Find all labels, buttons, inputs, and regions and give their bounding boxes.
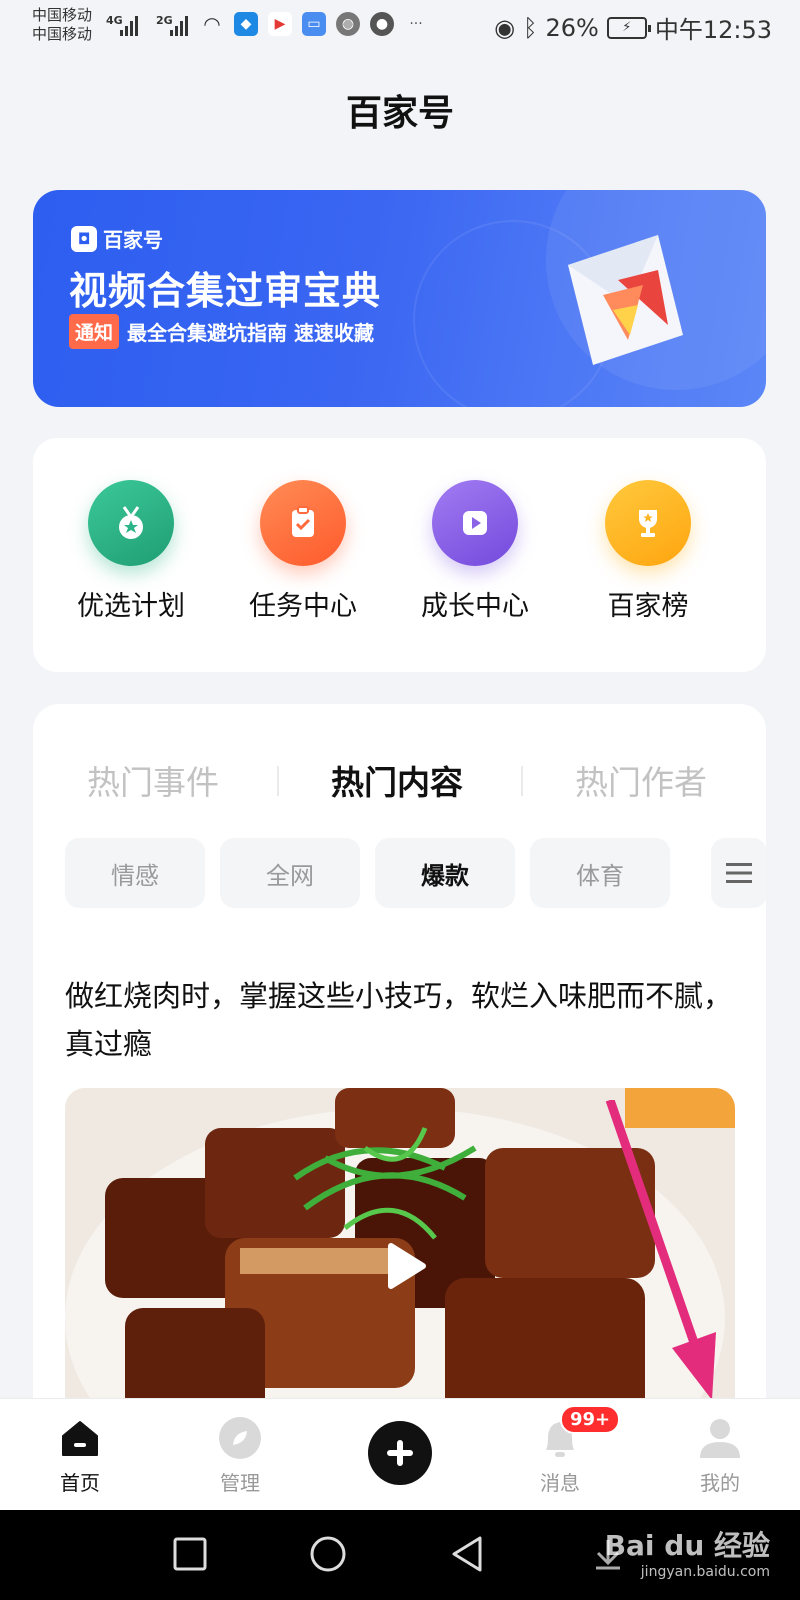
browser-icon: ◍ bbox=[336, 12, 360, 36]
wifi-icon: ◠ bbox=[203, 12, 221, 36]
entry-youxuan-plan[interactable]: 优选计划 bbox=[51, 480, 211, 623]
chip-all-network[interactable]: 全网 bbox=[220, 838, 360, 908]
hot-content-card: 热门事件 热门内容 热门作者 情感 全网 爆款 体育 做红烧肉时，掌握这些小技巧… bbox=[33, 704, 766, 1424]
notification-icons: ◠ ◆ ▶ ▭ ◍ ● ··· bbox=[200, 12, 428, 36]
baijiahao-logo-icon: ◘ bbox=[71, 225, 97, 252]
back-triangle-icon[interactable] bbox=[448, 1534, 488, 1574]
banner-headline: 视频合集过审宝典 bbox=[69, 269, 382, 313]
user-icon bbox=[697, 1415, 743, 1461]
nav-label: 我的 bbox=[700, 1471, 740, 1495]
trophy-icon bbox=[605, 480, 691, 566]
home-circle-icon[interactable] bbox=[308, 1534, 348, 1574]
entry-label: 百家榜 bbox=[607, 591, 689, 622]
tab-hot-content[interactable]: 热门内容 bbox=[277, 756, 517, 804]
banner-subtitle: 最全合集避坑指南 速速收藏 bbox=[127, 321, 374, 345]
message-count-badge: 99+ bbox=[560, 1405, 621, 1434]
article-title[interactable]: 做红烧肉时，掌握这些小技巧，软烂入味肥而不腻，真过瘾 bbox=[65, 972, 735, 1068]
signal-icon bbox=[120, 14, 138, 36]
category-chips: 情感 全网 爆款 体育 bbox=[65, 838, 766, 908]
banner-brand-text: 百家号 bbox=[103, 228, 163, 252]
chip-emotion[interactable]: 情感 bbox=[65, 838, 205, 908]
entry-growth-center[interactable]: 成长中心 bbox=[395, 480, 555, 623]
clipboard-check-icon bbox=[260, 480, 346, 566]
compass-icon bbox=[217, 1415, 263, 1461]
watermark-text: Bai du 经验 bbox=[604, 1529, 770, 1562]
carrier-1: 中国移动 bbox=[32, 6, 93, 24]
status-right: ◉ ᛒ 26% ⚡ 中午12:53 bbox=[494, 10, 772, 45]
nav-label: 消息 bbox=[540, 1471, 580, 1495]
notice-tag: 通知 bbox=[69, 314, 120, 349]
baidu-jingyan-watermark: Bai du 经验 jingyan.baidu.com bbox=[605, 1524, 770, 1580]
nav-profile[interactable]: 我的 bbox=[670, 1415, 770, 1496]
hot-tabs: 热门事件 热门内容 热门作者 bbox=[33, 756, 766, 806]
system-navigation-bar: Bai du 经验 jingyan.baidu.com bbox=[0, 1510, 800, 1600]
watermark-url: jingyan.baidu.com bbox=[640, 1564, 770, 1580]
bluetooth-icon: ᛒ bbox=[523, 13, 538, 42]
image-app-icon: ▭ bbox=[302, 12, 326, 36]
nav-label: 首页 bbox=[60, 1471, 100, 1495]
status-bar: 中国移动 中国移动 4G 2G ◠ ◆ ▶ ▭ ◍ ● ··· ◉ ᛒ 26% … bbox=[0, 0, 800, 52]
entry-task-center[interactable]: 任务中心 bbox=[223, 480, 383, 623]
chat-icon: ● bbox=[370, 12, 394, 36]
chip-sports[interactable]: 体育 bbox=[530, 838, 670, 908]
bottom-navigation: 首页 管理 消息 99+ 我的 bbox=[0, 1398, 800, 1510]
tab-hot-events[interactable]: 热门事件 bbox=[33, 756, 273, 804]
banner-subline: 通知 最全合集避坑指南 速速收藏 bbox=[69, 314, 374, 349]
entry-label: 成长中心 bbox=[421, 591, 529, 622]
entry-baijia-ranking[interactable]: 百家榜 bbox=[568, 480, 728, 623]
article-video-thumbnail[interactable] bbox=[65, 1088, 735, 1424]
battery-percent: 26% bbox=[545, 13, 599, 42]
nav-label: 管理 bbox=[220, 1471, 260, 1495]
entry-label: 任务中心 bbox=[249, 591, 357, 622]
video-play-icon bbox=[432, 480, 518, 566]
chip-trending[interactable]: 爆款 bbox=[375, 838, 515, 908]
tab-hot-authors[interactable]: 热门作者 bbox=[521, 756, 761, 804]
carrier-2: 中国移动 bbox=[32, 25, 93, 43]
battery-icon: ⚡ bbox=[606, 16, 651, 39]
signal-icon bbox=[170, 14, 188, 36]
home-icon bbox=[57, 1415, 103, 1461]
promo-banner[interactable]: ◘ 百家号 视频合集过审宝典 通知 最全合集避坑指南 速速收藏 bbox=[33, 190, 766, 407]
banner-brand: ◘ 百家号 bbox=[71, 224, 163, 253]
nav-home[interactable]: 首页 bbox=[30, 1415, 130, 1496]
recent-apps-icon[interactable] bbox=[170, 1534, 210, 1574]
more-icon: ··· bbox=[409, 16, 423, 32]
category-menu-button[interactable] bbox=[711, 838, 766, 908]
quick-entries-card: 优选计划 任务中心 成长中心 百家榜 bbox=[33, 438, 766, 672]
plus-icon bbox=[387, 1440, 413, 1466]
entry-label: 优选计划 bbox=[77, 591, 185, 622]
page-title: 百家号 bbox=[345, 93, 454, 134]
clock: 中午12:53 bbox=[654, 16, 772, 44]
nav-manage[interactable]: 管理 bbox=[190, 1415, 290, 1496]
shield-app-icon: ◆ bbox=[234, 12, 258, 36]
app-notification-icon: ▶ bbox=[268, 12, 292, 36]
medal-icon bbox=[88, 480, 174, 566]
play-icon[interactable] bbox=[375, 1238, 431, 1294]
carrier-labels: 中国移动 中国移动 bbox=[32, 6, 92, 44]
hamburger-icon bbox=[726, 863, 752, 883]
envelope-illustration-icon bbox=[568, 235, 683, 365]
publish-button[interactable] bbox=[368, 1421, 432, 1485]
eye-icon: ◉ bbox=[494, 13, 516, 42]
